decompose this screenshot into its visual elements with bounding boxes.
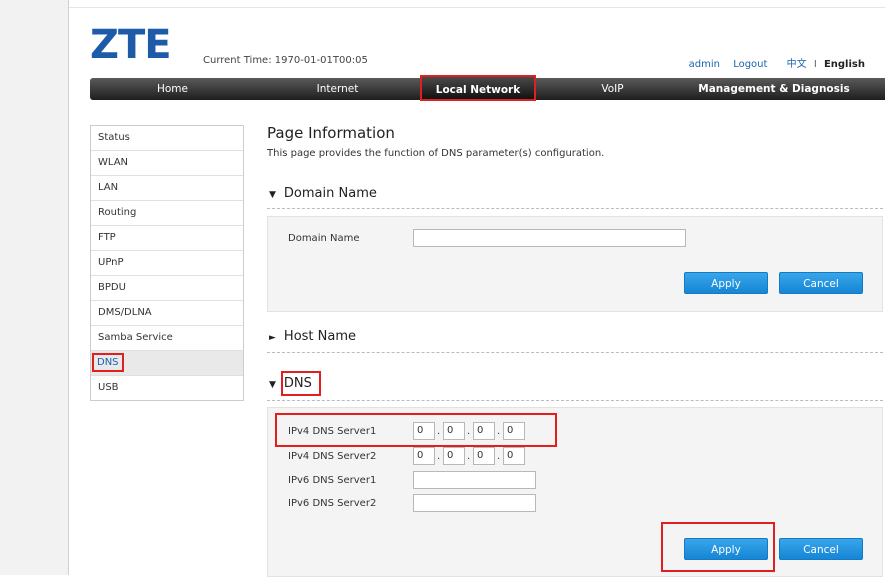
ipv6-dns-server1-input[interactable]: [413, 471, 536, 489]
user-link[interactable]: admin: [689, 59, 720, 70]
expanded-triangle-icon: ▼: [269, 380, 276, 390]
ipv6-dns-server1-label: IPv6 DNS Server1: [288, 475, 377, 486]
domain-name-label: Domain Name: [288, 233, 360, 244]
lang-cn-link[interactable]: 中文: [787, 59, 807, 70]
domain-panel: Domain Name Apply Cancel: [267, 216, 883, 312]
sidebar-item-usb[interactable]: USB: [91, 376, 243, 400]
sidebar-item-wlan[interactable]: WLAN: [91, 151, 243, 176]
sidebar-item-dns[interactable]: DNS: [91, 351, 243, 376]
section-divider: [267, 208, 883, 209]
domain-apply-button[interactable]: Apply: [684, 272, 768, 294]
page-title: Page Information: [267, 124, 395, 142]
ipv4-dns-server2-label: IPv4 DNS Server2: [288, 451, 377, 462]
ipv4-server1-highlight: [275, 413, 557, 447]
section-divider: [267, 400, 883, 401]
top-divider: [69, 7, 885, 8]
sidebar-item-label: UPnP: [98, 257, 124, 268]
ipv4-dns-server2-octet3[interactable]: 0: [473, 447, 495, 465]
section-title: Host Name: [283, 329, 357, 344]
zte-logo: ZTE: [90, 22, 172, 68]
sidebar-item-status[interactable]: Status: [91, 126, 243, 151]
lang-separator: I: [813, 59, 817, 70]
sidebar: Status WLAN LAN Routing FTP UPnP BPDU DM…: [90, 125, 244, 401]
nav-home[interactable]: Home: [90, 78, 255, 100]
page-description: This page provides the function of DNS p…: [267, 148, 605, 159]
sidebar-item-label: Samba Service: [98, 332, 173, 343]
logout-link[interactable]: Logout: [733, 59, 767, 70]
sidebar-item-label: USB: [98, 382, 119, 393]
main-content: Page Information This page provides the …: [267, 120, 883, 577]
section-title: Domain Name: [283, 186, 377, 201]
nav-local-network[interactable]: Local Network: [420, 75, 536, 101]
sidebar-item-label: FTP: [98, 232, 116, 243]
lang-en-link[interactable]: English: [824, 59, 865, 70]
dns-apply-highlight: [661, 522, 775, 572]
sidebar-item-routing[interactable]: Routing: [91, 201, 243, 226]
nav-voip[interactable]: VoIP: [536, 78, 689, 100]
nav-management-diagnosis[interactable]: Management & Diagnosis: [689, 78, 859, 100]
octet-separator: .: [467, 451, 471, 462]
left-gutter: [0, 0, 68, 575]
sidebar-item-label: Status: [98, 132, 130, 143]
sidebar-item-bpdu[interactable]: BPDU: [91, 276, 243, 301]
sidebar-item-lan[interactable]: LAN: [91, 176, 243, 201]
current-time: Current Time: 1970-01-01T00:05: [203, 55, 368, 66]
sidebar-item-samba-service[interactable]: Samba Service: [91, 326, 243, 351]
nav-internet[interactable]: Internet: [255, 78, 420, 100]
ipv4-dns-server2-octet2[interactable]: 0: [443, 447, 465, 465]
top-links: admin Logout 中文 I English: [679, 55, 865, 70]
dns-heading-highlight: [281, 371, 321, 396]
sidebar-item-label: DMS/DLNA: [98, 307, 152, 318]
sidebar-item-ftp[interactable]: FTP: [91, 226, 243, 251]
section-divider: [267, 352, 883, 353]
sidebar-item-dms-dlna[interactable]: DMS/DLNA: [91, 301, 243, 326]
dns-section-header[interactable]: ▼ DNS: [267, 376, 883, 391]
ipv4-dns-server2-octet4[interactable]: 0: [503, 447, 525, 465]
main-nav: Home Internet Local Network VoIP Managem…: [90, 75, 885, 101]
sidebar-item-upnp[interactable]: UPnP: [91, 251, 243, 276]
ipv4-dns-server2-octet1[interactable]: 0: [413, 447, 435, 465]
page-border: [68, 0, 69, 575]
sidebar-item-label: DNS: [92, 353, 124, 372]
sidebar-item-label: Routing: [98, 207, 137, 218]
dns-cancel-button[interactable]: Cancel: [779, 538, 863, 560]
host-section-header[interactable]: ► Host Name: [267, 329, 883, 344]
domain-section-header[interactable]: ▼ Domain Name: [267, 186, 883, 201]
sidebar-item-label: BPDU: [98, 282, 126, 293]
expanded-triangle-icon: ▼: [269, 190, 276, 200]
ipv6-dns-server2-label: IPv6 DNS Server2: [288, 498, 377, 509]
ipv6-dns-server2-input[interactable]: [413, 494, 536, 512]
sidebar-item-label: LAN: [98, 182, 119, 193]
collapsed-triangle-icon: ►: [269, 333, 276, 343]
octet-separator: .: [497, 451, 501, 462]
domain-cancel-button[interactable]: Cancel: [779, 272, 863, 294]
octet-separator: .: [437, 451, 441, 462]
sidebar-item-label: WLAN: [98, 157, 129, 168]
domain-name-input[interactable]: [413, 229, 686, 247]
